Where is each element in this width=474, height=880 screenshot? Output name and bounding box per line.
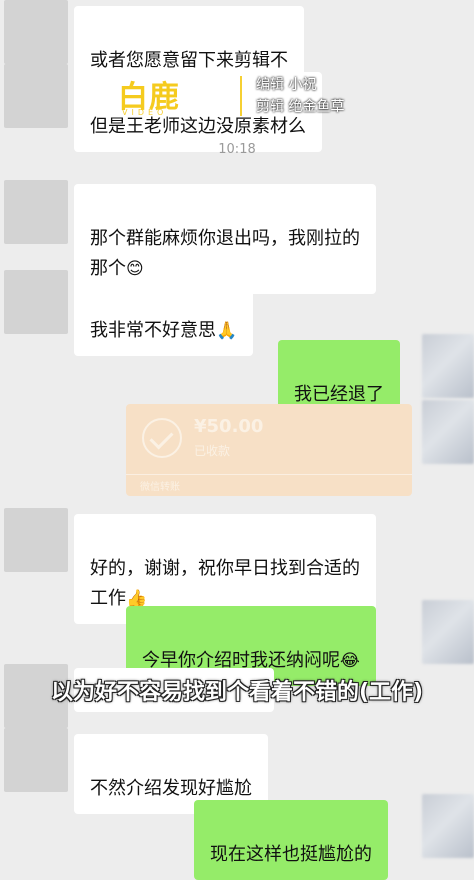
message-text: 我已经退了: [294, 384, 384, 405]
message-bubble-right[interactable]: 现在这样也挺尴尬的: [194, 800, 388, 880]
laughing-emoji: 😂: [340, 651, 360, 671]
transfer-divider: [126, 474, 412, 475]
video-watermark: 白鹿 VIDEO 编辑 小祝 剪辑 绝金鱼草: [118, 70, 388, 126]
contact-avatar[interactable]: [4, 64, 68, 128]
video-subtitle: 以为好不容易找到个看着不错的(工作): [50, 680, 424, 705]
message-text: 不然介绍发现好尴尬: [90, 778, 252, 799]
transfer-footer: 微信转账: [140, 482, 180, 493]
my-avatar[interactable]: [422, 334, 474, 398]
message-text: 或者您愿意留下来剪辑不: [90, 50, 288, 71]
contact-avatar[interactable]: [4, 180, 68, 244]
message-bubble-left[interactable]: 我非常不好意思🙏: [74, 276, 254, 356]
check-circle-icon: [142, 418, 182, 458]
my-avatar[interactable]: [422, 794, 474, 858]
transfer-status: 已收款: [194, 444, 231, 458]
message-text: 我非常不好意思: [90, 320, 216, 341]
credit-editor: 编辑 小祝: [256, 77, 317, 93]
chat-area[interactable]: 或者您愿意留下来剪辑不 但是王老师这边没原素材么 10:18 那个群能麻烦你退出…: [0, 0, 474, 880]
contact-avatar[interactable]: [4, 0, 68, 64]
transfer-amount: ¥50.00: [194, 416, 264, 437]
watermark-divider: [240, 76, 242, 116]
message-text: 现在这样也挺尴尬的: [210, 844, 372, 865]
contact-avatar[interactable]: [4, 270, 68, 334]
pray-emoji: 🙏: [216, 321, 238, 341]
credit-cutter: 剪辑 绝金鱼草: [256, 99, 345, 115]
transfer-card[interactable]: ¥50.00 已收款 微信转账: [126, 404, 412, 496]
watermark-logo-sub: VIDEO: [122, 108, 168, 117]
timestamp: 10:18: [218, 142, 256, 157]
my-avatar[interactable]: [422, 400, 474, 464]
contact-avatar[interactable]: [4, 728, 68, 792]
contact-avatar[interactable]: [4, 508, 68, 572]
my-avatar[interactable]: [422, 600, 474, 664]
